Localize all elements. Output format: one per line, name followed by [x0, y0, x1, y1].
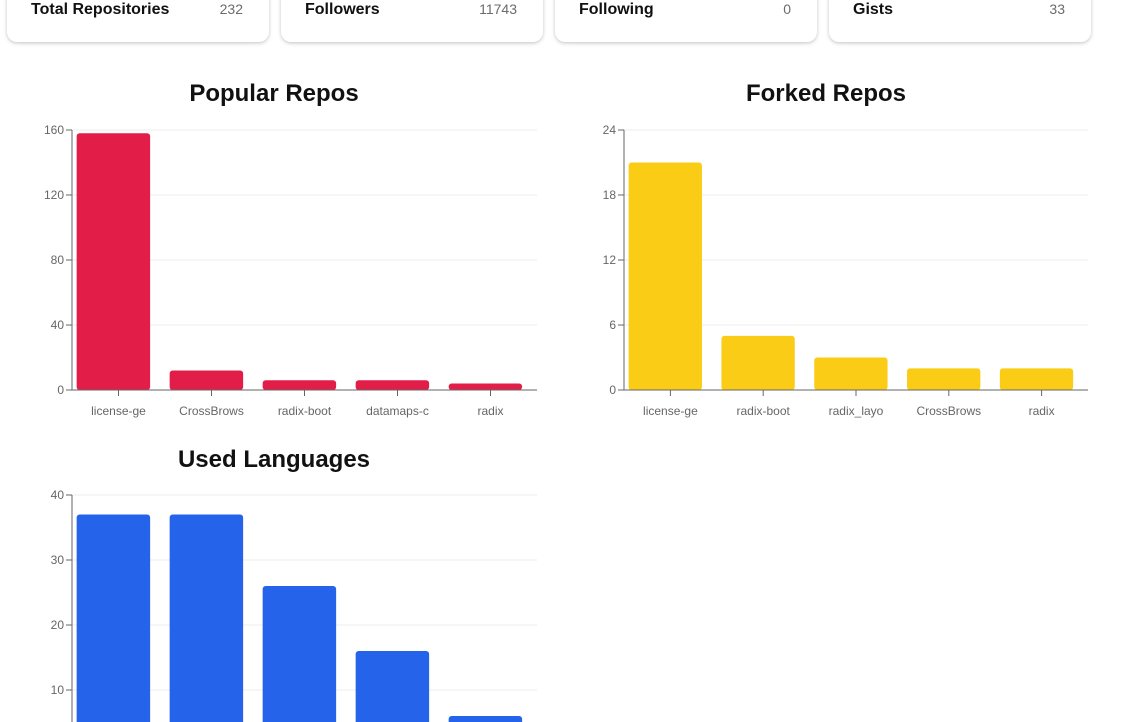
- y-tick-label: 0: [609, 383, 616, 397]
- bar: [448, 383, 523, 390]
- bar: [262, 586, 337, 722]
- bar: [907, 368, 981, 390]
- bar: [76, 133, 151, 390]
- y-tick-label: 12: [603, 253, 617, 267]
- y-tick-label: 40: [51, 488, 65, 502]
- x-tick-label: CrossBrows: [916, 404, 981, 418]
- y-tick-label: 40: [51, 318, 65, 332]
- x-tick-label: license-ge: [91, 404, 146, 418]
- bar: [448, 716, 523, 722]
- y-tick-label: 6: [609, 318, 616, 332]
- x-tick-label: license-ge: [643, 404, 698, 418]
- y-tick-label: 24: [603, 123, 617, 137]
- x-tick-label: CrossBrows: [179, 404, 244, 418]
- y-tick-label: 10: [51, 683, 65, 697]
- bar: [169, 370, 244, 390]
- bar: [262, 380, 337, 390]
- bar: [169, 514, 244, 722]
- y-tick-label: 18: [603, 188, 617, 202]
- y-tick-label: 30: [51, 553, 65, 567]
- x-tick-label: radix-boot: [278, 404, 332, 418]
- x-tick-label: radix: [1029, 404, 1055, 418]
- y-tick-label: 120: [44, 188, 64, 202]
- bar: [355, 651, 430, 722]
- charts-canvas: 04080120160license-ge CrossBrows radix-boo…: [44, 123, 1088, 722]
- x-tick-label: datamaps-c: [366, 404, 429, 418]
- y-tick-label: 0: [57, 383, 64, 397]
- x-tick-label: radix-boot: [737, 404, 791, 418]
- bar: [76, 514, 151, 722]
- bar: [999, 368, 1074, 390]
- x-tick-label: radix_layo: [829, 404, 884, 418]
- y-tick-label: 80: [51, 253, 65, 267]
- bar: [355, 380, 430, 390]
- y-tick-label: 20: [51, 618, 65, 632]
- bar: [814, 357, 888, 390]
- y-tick-label: 160: [44, 123, 64, 137]
- bar: [628, 162, 702, 390]
- x-tick-label: radix: [477, 404, 503, 418]
- bar: [721, 335, 795, 390]
